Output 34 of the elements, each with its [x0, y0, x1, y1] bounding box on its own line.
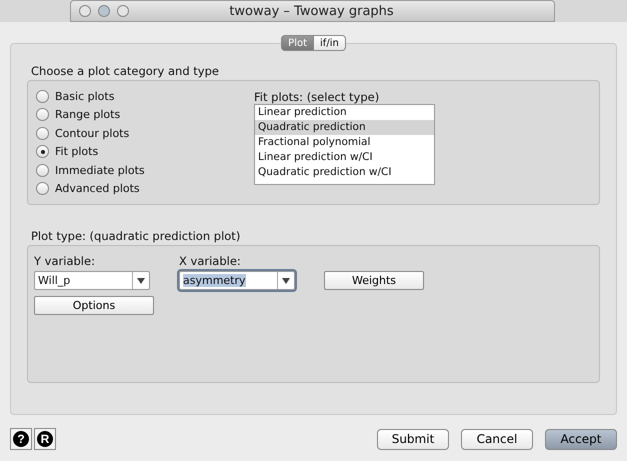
field-label: Y variable: — [34, 254, 96, 268]
minimize-icon[interactable] — [98, 5, 110, 17]
help-button[interactable]: ? — [10, 428, 32, 450]
radio-button[interactable] — [36, 145, 49, 158]
variable-combo-box[interactable]: Will_p — [34, 271, 150, 290]
tab[interactable]: if/in — [314, 35, 346, 51]
radio-button[interactable] — [36, 164, 49, 177]
radio-label[interactable]: Immediate plots — [55, 164, 145, 177]
radio-button[interactable] — [36, 108, 49, 122]
weights-button[interactable]: Weights — [324, 271, 424, 290]
close-icon[interactable] — [79, 5, 91, 17]
list-item[interactable]: Quadratic prediction — [255, 120, 434, 135]
dialog-button[interactable]: Cancel — [461, 428, 533, 450]
help-button[interactable]: R — [34, 428, 56, 450]
group-label: Choose a plot category and type — [31, 64, 220, 78]
radio-label[interactable]: Contour plots — [55, 126, 130, 140]
caret-icon — [137, 278, 145, 284]
radio-label[interactable]: Fit plots — [55, 145, 98, 158]
radio-label[interactable]: Range plots — [55, 108, 120, 122]
radio-button[interactable] — [36, 182, 49, 196]
dialog-button[interactable]: Accept — [545, 428, 617, 450]
dialog-button[interactable]: Submit — [377, 428, 449, 450]
field-label: X variable: — [179, 254, 242, 268]
radio-label[interactable]: Basic plots — [55, 90, 114, 103]
radio-button[interactable] — [36, 90, 49, 103]
list-label: Fit plots: (select type) — [254, 90, 380, 104]
variable-combo-box[interactable]: asymmetry — [179, 271, 295, 290]
radio-button[interactable] — [36, 126, 49, 140]
zoom-icon[interactable] — [117, 5, 129, 17]
group-label: Plot type: (quadratic prediction plot) — [31, 229, 242, 243]
options-button[interactable]: Options — [34, 296, 154, 315]
radio-label[interactable]: Advanced plots — [55, 182, 140, 196]
caret-icon — [282, 278, 290, 284]
window-title: twoway – Twoway graphs — [228, 4, 395, 18]
